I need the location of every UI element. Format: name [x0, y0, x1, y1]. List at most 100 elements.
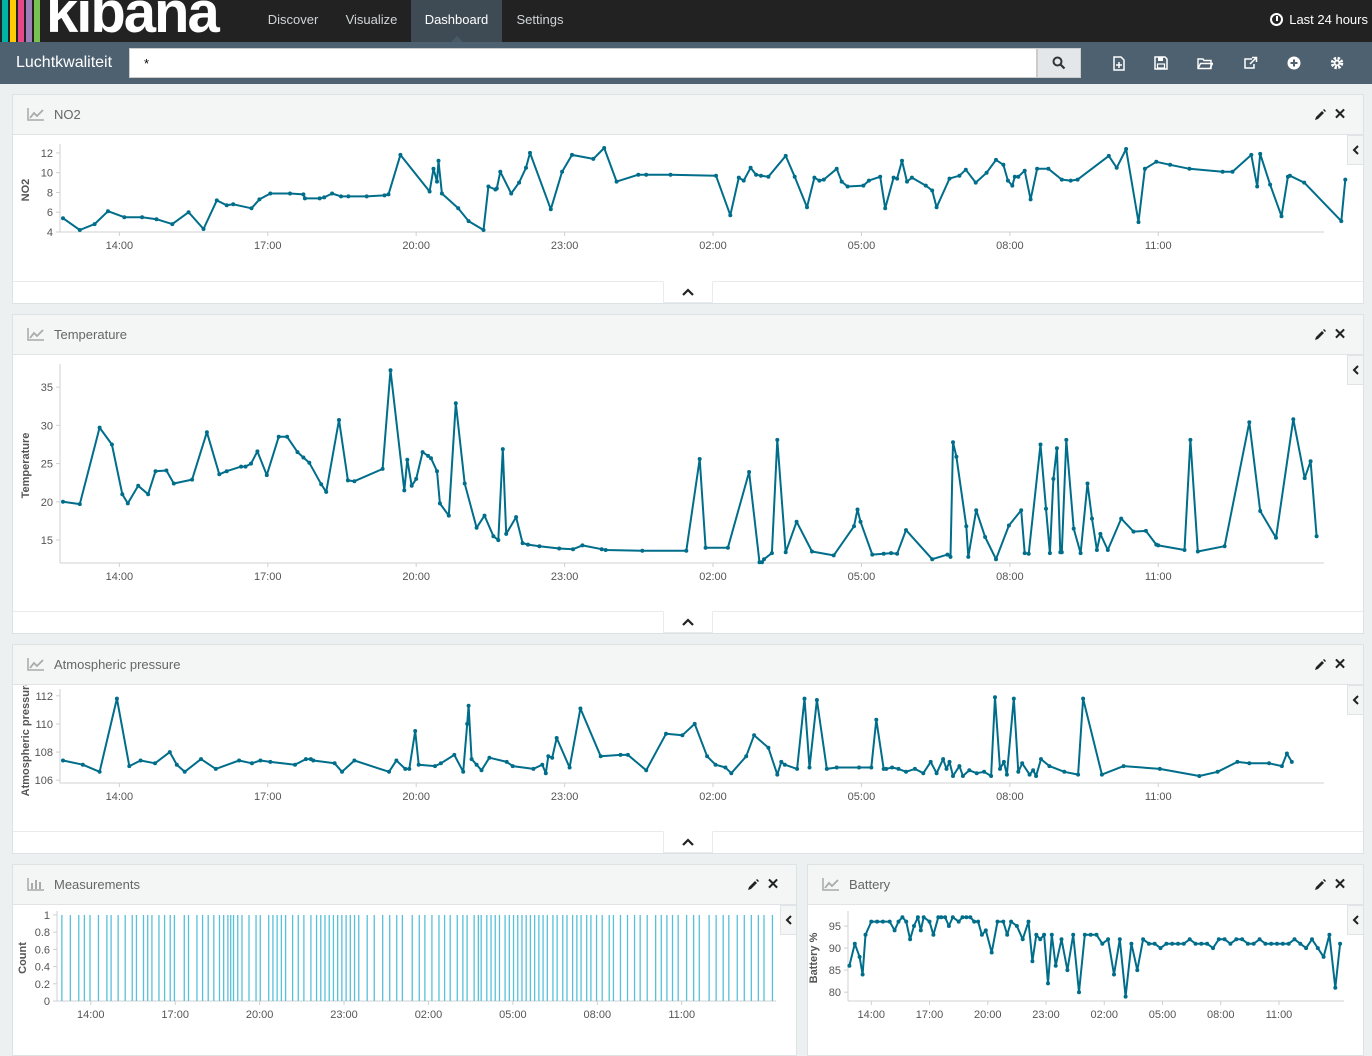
search-button[interactable] [1037, 48, 1081, 78]
data-point [1321, 954, 1326, 959]
data-point [1220, 169, 1225, 174]
data-point [1247, 761, 1252, 766]
bar [169, 915, 171, 1001]
nav-dashboard[interactable]: Dashboard [411, 0, 502, 42]
data-point [301, 192, 306, 197]
data-point [736, 175, 741, 180]
close-icon[interactable]: ✕ [1333, 107, 1347, 122]
collapse-panel-button[interactable] [663, 611, 713, 633]
edit-icon[interactable] [1313, 108, 1327, 122]
collapse-panel-button[interactable] [663, 281, 713, 303]
panel-footer [13, 611, 1363, 633]
collapse-legend-tab[interactable] [1347, 355, 1363, 385]
time-picker[interactable]: Last 24 hours [1270, 0, 1368, 42]
clock-icon [1270, 13, 1284, 26]
bar [542, 915, 544, 1001]
collapse-panel-button[interactable] [663, 831, 713, 853]
data-point [1014, 924, 1019, 928]
data-point [1197, 774, 1202, 778]
bar [124, 915, 126, 1001]
x-tick-label: 14:00 [77, 1009, 105, 1021]
nav-settings[interactable]: Settings [502, 0, 578, 42]
share-icon[interactable] [1241, 54, 1259, 72]
bar [117, 915, 119, 1001]
data-point [1012, 174, 1017, 179]
bar [525, 915, 527, 1001]
data-point [644, 172, 649, 177]
collapse-legend-tab[interactable] [1347, 685, 1363, 715]
edit-icon[interactable] [1313, 878, 1327, 892]
close-icon[interactable]: ✕ [1333, 327, 1347, 342]
close-icon[interactable]: ✕ [1333, 657, 1347, 672]
close-icon[interactable]: ✕ [766, 877, 780, 892]
data-point [896, 919, 901, 924]
data-point [896, 766, 901, 771]
data-point [860, 972, 865, 977]
nav-discover[interactable]: Discover [254, 0, 332, 42]
x-tick-label: 14:00 [106, 240, 134, 252]
bar [601, 915, 603, 1001]
data-point [301, 455, 306, 460]
panel-no2: NO2 ✕ 4 6 8 10 12 14:00 17:00 20:00 23:00 02:00 05… [12, 94, 1364, 304]
chevron-up-icon [682, 838, 694, 846]
x-tick-label: 08:00 [1207, 1009, 1235, 1021]
nav-visualize[interactable]: Visualize [332, 0, 411, 42]
data-point [528, 150, 532, 155]
bar [237, 915, 239, 1001]
bar [89, 915, 91, 1001]
query-input[interactable] [129, 48, 1037, 78]
settings-icon[interactable] [1328, 54, 1346, 72]
y-tick-label: 12 [41, 148, 53, 160]
panel-footer [13, 831, 1363, 853]
data-point [810, 549, 814, 554]
data-point [97, 425, 102, 430]
new-dashboard-icon[interactable] [1110, 54, 1128, 72]
open-icon[interactable] [1196, 54, 1214, 72]
panel-header: NO2 ✕ [13, 95, 1363, 135]
data-point [1016, 769, 1021, 774]
x-tick-label: 17:00 [254, 571, 282, 583]
data-point [1234, 937, 1239, 942]
data-point [852, 941, 857, 946]
save-icon[interactable] [1152, 54, 1170, 72]
data-point [748, 165, 753, 170]
data-point [1240, 937, 1245, 942]
y-tick-label: 90 [829, 943, 841, 955]
x-tick-label: 20:00 [402, 240, 430, 252]
data-point [1156, 543, 1161, 548]
data-point [889, 551, 894, 556]
data-point [486, 184, 491, 189]
data-point [416, 762, 421, 767]
add-panel-icon[interactable] [1285, 54, 1303, 72]
data-point [546, 754, 551, 759]
data-point [1123, 994, 1128, 999]
data-point [878, 174, 883, 179]
edit-icon[interactable] [1313, 658, 1327, 672]
collapse-legend-tab[interactable] [1347, 905, 1363, 935]
data-point [904, 528, 908, 533]
bar [151, 915, 153, 1001]
kibana-logo[interactable]: kibana [0, 0, 254, 42]
data-point [921, 915, 926, 920]
edit-icon[interactable] [1313, 328, 1327, 342]
edit-icon[interactable] [746, 878, 760, 892]
data-point [1314, 534, 1319, 539]
data-point [948, 554, 953, 559]
data-point [276, 434, 281, 439]
bar [207, 915, 209, 1001]
data-point [1187, 937, 1192, 942]
close-icon[interactable]: ✕ [1333, 877, 1347, 892]
data-point [1235, 759, 1240, 764]
collapse-legend-tab[interactable] [1347, 135, 1363, 165]
data-point [1059, 937, 1064, 942]
data-point [967, 768, 972, 773]
data-point [714, 173, 718, 178]
data-point [498, 169, 503, 174]
data-point [993, 695, 997, 700]
data-point [1157, 766, 1162, 771]
data-point [345, 478, 350, 483]
bar [303, 915, 305, 1001]
data-point [1077, 990, 1081, 995]
y-tick-label: 8 [47, 187, 53, 199]
data-point [939, 915, 944, 920]
